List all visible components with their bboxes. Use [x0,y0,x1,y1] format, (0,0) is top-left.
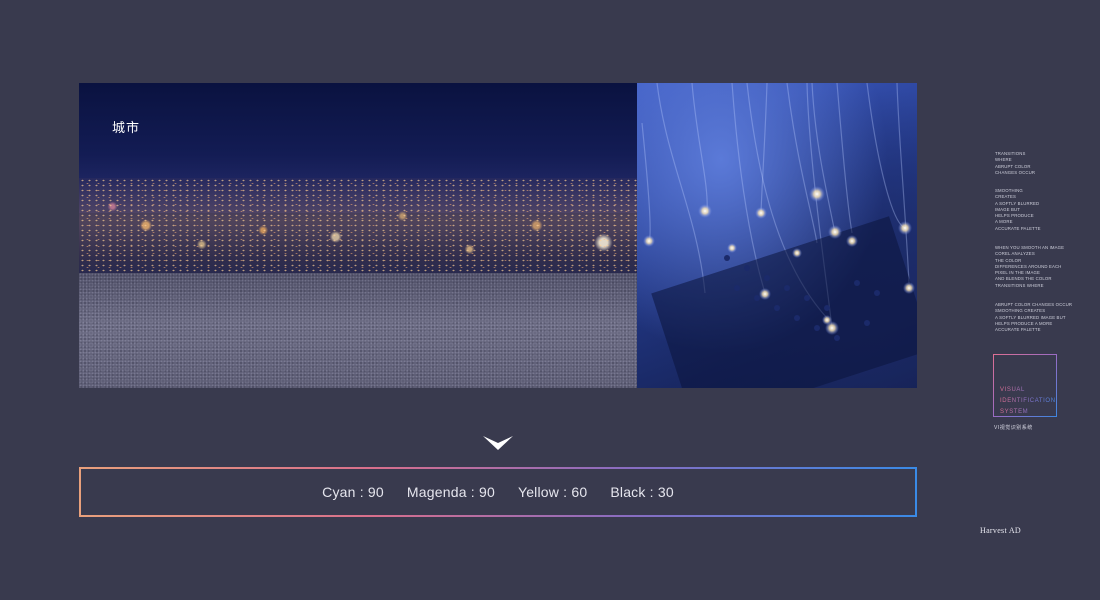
side-text-block-1: TRANSITIONS WHERE ABRUPT COLOR CHANGES O… [995,151,1036,175]
vis-box-subtitle: VI视觉识别系统 [994,425,1033,431]
side-text-block-4: ABRUPT COLOR CHANGES OCCUR SMOOTHING CRE… [995,302,1073,333]
city-night-image: 城市 [79,83,637,388]
city-caption: 城市 [112,120,141,135]
cmyk-black: Black : 30 [610,484,674,500]
city-lights [79,178,637,273]
cmyk-values-bar: Cyan : 90 Magenda : 90 Yellow : 60 Black… [79,467,917,517]
chevron-down-icon [483,436,513,450]
fiber-optic-image [637,83,917,388]
cmyk-cyan: Cyan : 90 [322,484,384,500]
asphalt-road [79,273,637,388]
side-text-block-3: WHEN YOU SMOOTH AN IMAGE COREL ANALYZES … [995,245,1065,288]
vis-box-title: VISUAL IDENTIFICATION SYSTEM [1000,385,1056,418]
visual-identification-box: VISUAL IDENTIFICATION SYSTEM [993,354,1057,417]
cmyk-magenta: Magenda : 90 [406,484,495,500]
fiber-optic-strands [641,83,917,388]
side-text-block-2: SMOOTHING CREATES A SOFTLY BLURRED IMAGE… [995,188,1041,231]
brand-name: Harvest AD [980,526,1021,535]
cmyk-yellow: Yellow : 60 [517,484,588,500]
